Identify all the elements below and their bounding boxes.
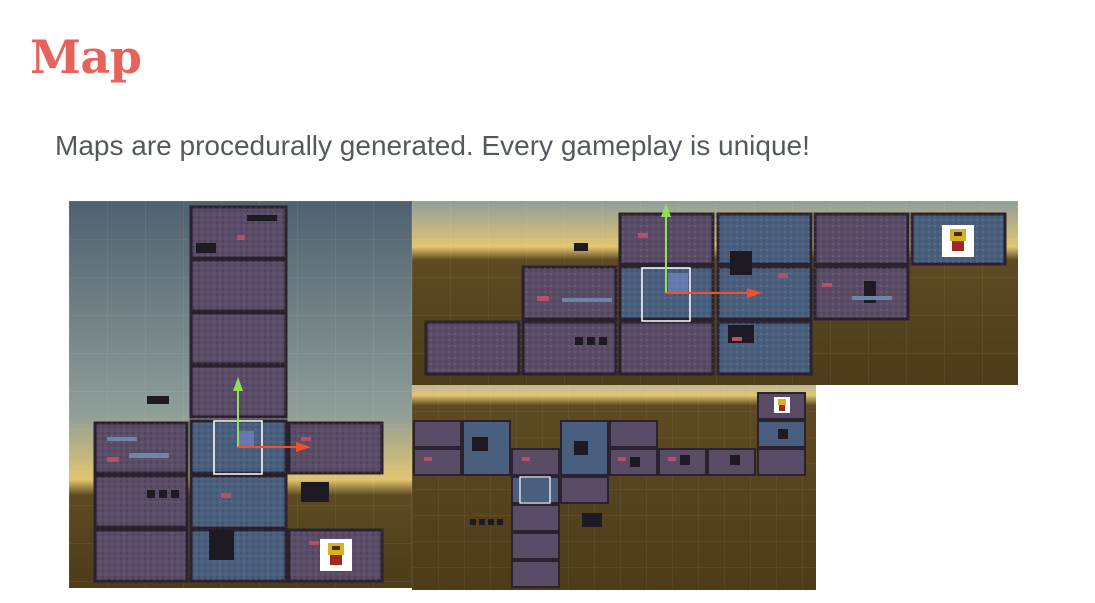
slide-subtitle: Maps are procedurally generated. Every g… (55, 130, 810, 161)
compact-layout-screenshot (412, 385, 816, 590)
player-character-icon (320, 539, 352, 571)
player-character-icon (942, 225, 974, 257)
player-character-icon (774, 397, 790, 413)
vertical-layout-screenshot (69, 201, 412, 588)
horizontal-layout-screenshot (412, 201, 1018, 385)
slide-title: Map (30, 30, 142, 84)
